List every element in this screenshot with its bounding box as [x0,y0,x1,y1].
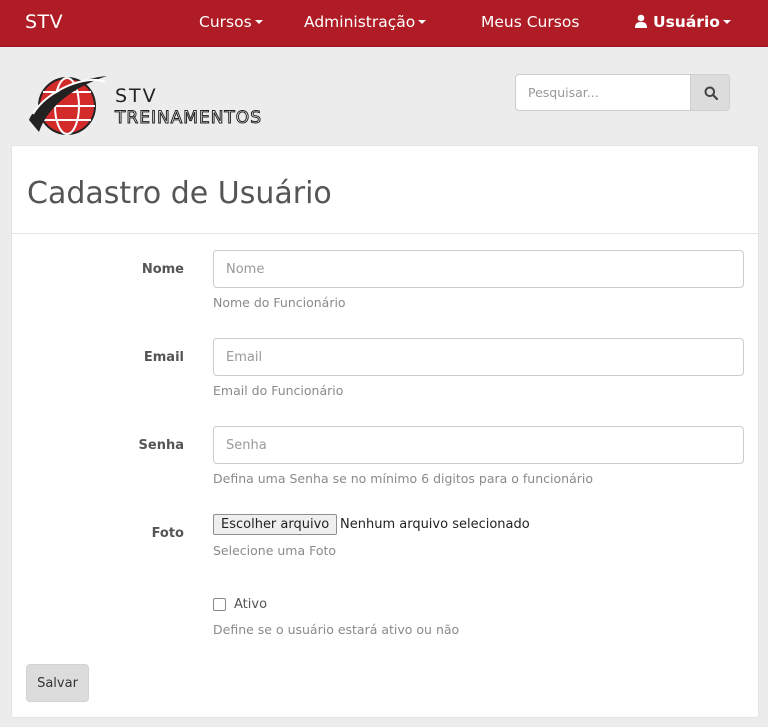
nav-item-meus-cursos[interactable]: Meus Cursos [481,13,579,31]
logo-text-treinamentos: TREINAMENTOS [115,108,262,129]
nav-item-label: Cursos [199,13,252,31]
email-input[interactable] [213,338,744,376]
stv-logo[interactable]: STV TREINAMENTOS [27,70,289,142]
senha-help-text: Defina uma Senha se no mínimo 6 digitos … [213,471,593,486]
nav-item-label: Usuário [653,13,720,31]
nome-input[interactable] [213,250,744,288]
navbar-brand[interactable]: STV [25,11,63,33]
search-button[interactable] [690,74,730,111]
nav-item-label: Meus Cursos [481,13,580,31]
page-title: Cadastro de Usuário [27,176,332,211]
search-icon [704,86,718,100]
save-button[interactable]: Salvar [26,664,89,702]
file-status-text: Nenhum arquivo selecionado [340,517,530,532]
title-divider [12,233,758,234]
nome-help-text: Nome do Funcionário [213,295,346,310]
foto-label: Foto [151,526,184,541]
nav-item-label: Administração [304,13,416,31]
ativo-label[interactable]: Ativo [234,597,267,612]
caret-down-icon [254,19,263,24]
caret-down-icon [418,19,427,24]
ativo-help-text: Define se o usuário estará ativo ou não [213,622,460,637]
senha-input[interactable] [213,426,744,464]
choose-file-button[interactable]: Escolher arquivo [213,514,338,535]
ativo-checkbox[interactable] [213,598,226,611]
caret-down-icon [722,19,731,24]
user-registration-panel: Cadastro de Usuário Nome Nome do Funcion… [11,145,759,718]
top-navbar: STV Cursos Administração Meus Cursos Usu… [0,0,768,47]
search-input[interactable] [515,74,691,111]
nav-item-administracao[interactable]: Administração [304,13,427,31]
email-help-text: Email do Funcionário [213,383,344,398]
foto-help-text: Selecione uma Foto [213,543,337,558]
globe-logo-icon [29,76,107,135]
email-label: Email [143,350,184,365]
nav-item-usuario[interactable]: Usuário [634,13,731,31]
logo-text-stv: STV [115,85,158,107]
search-group [515,74,730,111]
nome-label: Nome [141,262,184,277]
user-icon [635,14,647,28]
nav-item-cursos[interactable]: Cursos [199,13,263,31]
senha-label: Senha [138,438,184,453]
